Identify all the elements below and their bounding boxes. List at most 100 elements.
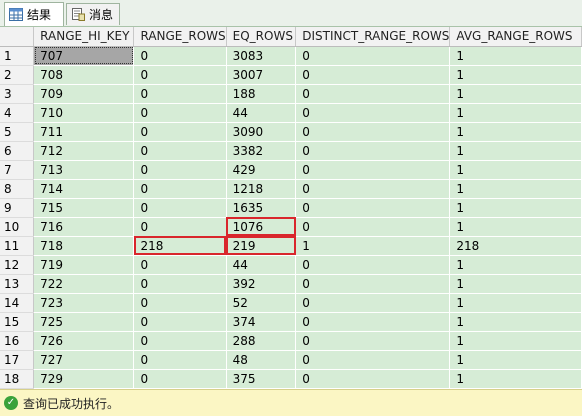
cell-row-number[interactable]: 2 bbox=[0, 65, 35, 85]
cell-eq-rows[interactable]: 48 bbox=[226, 350, 297, 370]
cell-avg-range-rows[interactable]: 1 bbox=[449, 293, 582, 313]
cell-range-rows[interactable]: 0 bbox=[133, 103, 227, 123]
cell-row-number[interactable]: 14 bbox=[0, 293, 35, 313]
cell-row-number[interactable]: 13 bbox=[0, 274, 35, 294]
cell-distinct-range-rows[interactable]: 0 bbox=[295, 160, 451, 180]
cell-range-hi-key[interactable]: 710 bbox=[33, 103, 135, 123]
cell-row-number[interactable]: 16 bbox=[0, 331, 35, 351]
cell-range-rows[interactable]: 0 bbox=[133, 46, 227, 66]
cell-avg-range-rows[interactable]: 1 bbox=[449, 84, 582, 104]
cell-range-rows[interactable]: 0 bbox=[133, 141, 227, 161]
cell-range-hi-key[interactable]: 719 bbox=[33, 255, 135, 275]
cell-range-rows[interactable]: 0 bbox=[133, 331, 227, 351]
cell-range-hi-key[interactable]: 712 bbox=[33, 141, 135, 161]
cell-avg-range-rows[interactable]: 1 bbox=[449, 312, 582, 332]
cell-avg-range-rows[interactable]: 1 bbox=[449, 122, 582, 142]
cell-range-rows[interactable]: 0 bbox=[133, 312, 227, 332]
column-header-range-hi-key[interactable]: RANGE_HI_KEY bbox=[33, 27, 135, 47]
cell-eq-rows[interactable]: 429 bbox=[226, 160, 297, 180]
table-row[interactable]: 8 714 0 1218 0 1 bbox=[0, 179, 582, 199]
cell-distinct-range-rows[interactable]: 0 bbox=[295, 293, 451, 313]
cell-avg-range-rows[interactable]: 1 bbox=[449, 179, 582, 199]
cell-eq-rows[interactable]: 44 bbox=[226, 103, 297, 123]
cell-distinct-range-rows[interactable]: 0 bbox=[295, 331, 451, 351]
cell-distinct-range-rows[interactable]: 0 bbox=[295, 84, 451, 104]
cell-range-rows[interactable]: 0 bbox=[133, 293, 227, 313]
cell-range-rows[interactable]: 0 bbox=[133, 350, 227, 370]
cell-eq-rows[interactable]: 219 bbox=[226, 236, 297, 256]
cell-avg-range-rows[interactable]: 1 bbox=[449, 274, 582, 294]
cell-row-number[interactable]: 12 bbox=[0, 255, 35, 275]
cell-distinct-range-rows[interactable]: 0 bbox=[295, 179, 451, 199]
cell-eq-rows[interactable]: 374 bbox=[226, 312, 297, 332]
cell-distinct-range-rows[interactable]: 0 bbox=[295, 312, 451, 332]
cell-distinct-range-rows[interactable]: 0 bbox=[295, 46, 451, 66]
cell-eq-rows[interactable]: 52 bbox=[226, 293, 297, 313]
table-row[interactable]: 10 716 0 1076 0 1 bbox=[0, 217, 582, 237]
cell-avg-range-rows[interactable]: 1 bbox=[449, 331, 582, 351]
cell-eq-rows[interactable]: 3007 bbox=[226, 65, 297, 85]
column-header-distinct-range-rows[interactable]: DISTINCT_RANGE_ROWS bbox=[295, 27, 451, 47]
table-row[interactable]: 13 722 0 392 0 1 bbox=[0, 274, 582, 294]
cell-eq-rows[interactable]: 3083 bbox=[226, 46, 297, 66]
cell-avg-range-rows[interactable]: 1 bbox=[449, 160, 582, 180]
table-row[interactable]: 17 727 0 48 0 1 bbox=[0, 350, 582, 370]
cell-row-number[interactable]: 5 bbox=[0, 122, 35, 142]
cell-eq-rows[interactable]: 1635 bbox=[226, 198, 297, 218]
cell-range-hi-key[interactable]: 716 bbox=[33, 217, 135, 237]
table-row[interactable]: 14 723 0 52 0 1 bbox=[0, 293, 582, 313]
cell-range-rows[interactable]: 0 bbox=[133, 369, 227, 389]
cell-eq-rows[interactable]: 1218 bbox=[226, 179, 297, 199]
cell-range-hi-key[interactable]: 718 bbox=[33, 236, 135, 256]
cell-avg-range-rows[interactable]: 1 bbox=[449, 141, 582, 161]
cell-range-rows[interactable]: 0 bbox=[133, 160, 227, 180]
cell-range-rows[interactable]: 0 bbox=[133, 198, 227, 218]
cell-range-rows[interactable]: 0 bbox=[133, 217, 227, 237]
cell-range-hi-key[interactable]: 723 bbox=[33, 293, 135, 313]
cell-distinct-range-rows[interactable]: 0 bbox=[295, 198, 451, 218]
column-header-range-rows[interactable]: RANGE_ROWS bbox=[133, 27, 227, 47]
cell-distinct-range-rows[interactable]: 0 bbox=[295, 350, 451, 370]
cell-distinct-range-rows[interactable]: 0 bbox=[295, 65, 451, 85]
cell-range-hi-key[interactable]: 726 bbox=[33, 331, 135, 351]
cell-eq-rows[interactable]: 392 bbox=[226, 274, 297, 294]
cell-row-number[interactable]: 10 bbox=[0, 217, 35, 237]
cell-distinct-range-rows[interactable]: 0 bbox=[295, 122, 451, 142]
cell-row-number[interactable]: 1 bbox=[0, 46, 35, 66]
cell-row-number[interactable]: 8 bbox=[0, 179, 35, 199]
table-row[interactable]: 12 719 0 44 0 1 bbox=[0, 255, 582, 275]
cell-range-hi-key[interactable]: 707 bbox=[33, 46, 135, 66]
cell-eq-rows[interactable]: 44 bbox=[226, 255, 297, 275]
table-row[interactable]: 16 726 0 288 0 1 bbox=[0, 331, 582, 351]
cell-range-hi-key[interactable]: 708 bbox=[33, 65, 135, 85]
cell-row-number[interactable]: 11 bbox=[0, 236, 35, 256]
cell-range-rows[interactable]: 0 bbox=[133, 274, 227, 294]
cell-row-number[interactable]: 15 bbox=[0, 312, 35, 332]
cell-range-rows[interactable]: 0 bbox=[133, 84, 227, 104]
cell-distinct-range-rows[interactable]: 1 bbox=[295, 236, 451, 256]
table-row[interactable]: 18 729 0 375 0 1 bbox=[0, 369, 582, 389]
cell-avg-range-rows[interactable]: 1 bbox=[449, 46, 582, 66]
cell-range-hi-key[interactable]: 713 bbox=[33, 160, 135, 180]
table-row[interactable]: 5 711 0 3090 0 1 bbox=[0, 122, 582, 142]
cell-range-hi-key[interactable]: 729 bbox=[33, 369, 135, 389]
table-row[interactable]: 4 710 0 44 0 1 bbox=[0, 103, 582, 123]
corner-cell[interactable] bbox=[0, 27, 35, 47]
cell-distinct-range-rows[interactable]: 0 bbox=[295, 141, 451, 161]
table-row[interactable]: 2 708 0 3007 0 1 bbox=[0, 65, 582, 85]
cell-avg-range-rows[interactable]: 1 bbox=[449, 369, 582, 389]
cell-avg-range-rows[interactable]: 1 bbox=[449, 103, 582, 123]
column-header-avg-range-rows[interactable]: AVG_RANGE_ROWS bbox=[449, 27, 582, 47]
cell-range-hi-key[interactable]: 725 bbox=[33, 312, 135, 332]
tab-messages[interactable]: 消息 bbox=[66, 3, 120, 25]
cell-distinct-range-rows[interactable]: 0 bbox=[295, 369, 451, 389]
cell-range-rows[interactable]: 0 bbox=[133, 255, 227, 275]
cell-avg-range-rows[interactable]: 1 bbox=[449, 255, 582, 275]
cell-row-number[interactable]: 6 bbox=[0, 141, 35, 161]
cell-range-rows[interactable]: 0 bbox=[133, 65, 227, 85]
cell-distinct-range-rows[interactable]: 0 bbox=[295, 274, 451, 294]
cell-eq-rows[interactable]: 188 bbox=[226, 84, 297, 104]
cell-eq-rows[interactable]: 375 bbox=[226, 369, 297, 389]
cell-range-rows[interactable]: 0 bbox=[133, 179, 227, 199]
cell-distinct-range-rows[interactable]: 0 bbox=[295, 255, 451, 275]
